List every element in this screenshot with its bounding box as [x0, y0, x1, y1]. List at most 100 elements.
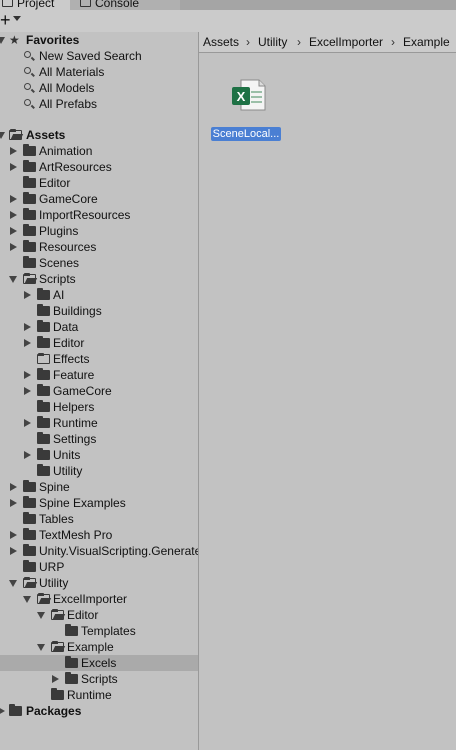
tree-item[interactable]: Editor: [0, 175, 198, 191]
breadcrumb-item[interactable]: ExcelImporter: [309, 35, 383, 49]
assets-root[interactable]: Assets: [0, 127, 198, 143]
favorite-item[interactable]: All Prefabs: [0, 96, 198, 112]
collapse-arrow-icon[interactable]: [10, 227, 17, 235]
tree-item[interactable]: ExcelImporter: [0, 591, 198, 607]
tree-item[interactable]: Data: [0, 319, 198, 335]
expand-arrow-icon[interactable]: [37, 612, 45, 619]
favorite-item[interactable]: New Saved Search: [0, 48, 198, 64]
folder-icon: [37, 320, 50, 332]
folder-open-icon: [37, 593, 50, 604]
tree-item[interactable]: Runtime: [0, 687, 198, 703]
tree-item[interactable]: Resources: [0, 239, 198, 255]
breadcrumb-item[interactable]: Example: [403, 35, 450, 49]
tree-item[interactable]: GameCore: [0, 383, 198, 399]
tree-item-label: URP: [39, 560, 65, 574]
expand-arrow-icon[interactable]: [9, 580, 17, 587]
favorite-item-label: All Models: [39, 81, 95, 95]
expand-arrow-icon[interactable]: [0, 132, 5, 139]
tree-item[interactable]: Scenes: [0, 255, 198, 271]
tree-item[interactable]: Plugins: [0, 223, 198, 239]
tree-item[interactable]: TextMesh Pro: [0, 527, 198, 543]
favorites-header[interactable]: ★ Favorites: [0, 32, 198, 48]
tree-item-label: ArtResources: [39, 160, 112, 174]
tree-item[interactable]: Editor: [0, 335, 198, 351]
collapse-arrow-icon[interactable]: [52, 675, 59, 683]
tree-item-label: Spine: [39, 480, 70, 494]
folder-icon: [2, 0, 13, 7]
tree-item[interactable]: Settings: [0, 431, 198, 447]
star-icon: ★: [9, 33, 20, 47]
folder-icon: [23, 512, 36, 524]
tree-item[interactable]: Helpers: [0, 399, 198, 415]
tree-item[interactable]: Utility: [0, 463, 198, 479]
collapse-arrow-icon[interactable]: [24, 419, 31, 427]
collapse-arrow-icon[interactable]: [24, 371, 31, 379]
packages-root[interactable]: Packages: [0, 703, 198, 719]
collapse-arrow-icon[interactable]: [10, 195, 17, 203]
favorite-item[interactable]: All Materials: [0, 64, 198, 80]
collapse-arrow-icon[interactable]: [10, 147, 17, 155]
tree-item[interactable]: Excels: [0, 655, 198, 671]
breadcrumb-item[interactable]: Utility: [258, 35, 287, 49]
tree-item-label: Scenes: [39, 256, 80, 270]
tree-item-label: Resources: [39, 240, 97, 254]
tree-item[interactable]: Example: [0, 639, 198, 655]
collapse-arrow-icon[interactable]: [24, 451, 31, 459]
collapse-arrow-icon[interactable]: [24, 387, 31, 395]
tree-item[interactable]: URP: [0, 559, 198, 575]
expand-arrow-icon[interactable]: [23, 596, 31, 603]
collapse-arrow-icon[interactable]: [10, 163, 17, 171]
tree-item-label: Helpers: [53, 400, 95, 414]
collapse-arrow-icon[interactable]: [10, 211, 17, 219]
collapse-arrow-icon[interactable]: [10, 499, 17, 507]
expand-arrow-icon[interactable]: [9, 276, 17, 283]
tree-item[interactable]: Feature: [0, 367, 198, 383]
collapse-arrow-icon[interactable]: [24, 323, 31, 331]
collapse-arrow-icon[interactable]: [10, 483, 17, 491]
tree-item-label: Editor: [67, 608, 99, 622]
tree-item[interactable]: Spine Examples: [0, 495, 198, 511]
folder-open-icon: [51, 609, 64, 620]
tree-item[interactable]: Scripts: [0, 671, 198, 687]
tree-item[interactable]: Editor: [0, 607, 198, 623]
asset-grid: X SceneLocal...: [199, 53, 456, 750]
collapse-arrow-icon[interactable]: [24, 291, 31, 299]
tab-project[interactable]: Project: [0, 0, 73, 10]
expand-arrow-icon[interactable]: [0, 37, 5, 44]
expand-arrow-icon[interactable]: [0, 707, 5, 715]
tree-item-label: Editor: [53, 336, 85, 350]
favorite-item-label: All Prefabs: [39, 97, 98, 111]
tab-console[interactable]: Console: [70, 0, 180, 10]
tree-item[interactable]: ArtResources: [0, 159, 198, 175]
collapse-arrow-icon[interactable]: [10, 243, 17, 251]
tree-item-label: Units: [53, 448, 81, 462]
tree-item[interactable]: GameCore: [0, 191, 198, 207]
favorite-item[interactable]: All Models: [0, 80, 198, 96]
tree-item[interactable]: ImportResources: [0, 207, 198, 223]
chevron-right-icon: ›: [246, 35, 250, 49]
tree-item[interactable]: Runtime: [0, 415, 198, 431]
tree-item[interactable]: Units: [0, 447, 198, 463]
breadcrumb-item[interactable]: Assets: [203, 35, 239, 49]
tree-item[interactable]: Effects: [0, 351, 198, 367]
collapse-arrow-icon[interactable]: [24, 339, 31, 347]
collapse-arrow-icon[interactable]: [10, 531, 17, 539]
assets-label: Assets: [26, 128, 66, 142]
tree-item[interactable]: Utility: [0, 575, 198, 591]
collapse-arrow-icon[interactable]: [10, 547, 17, 555]
tree-item[interactable]: Animation: [0, 143, 198, 159]
tree-item[interactable]: Scripts: [0, 271, 198, 287]
tree-item[interactable]: Templates: [0, 623, 198, 639]
expand-arrow-icon[interactable]: [37, 644, 45, 651]
tree-item[interactable]: Buildings: [0, 303, 198, 319]
folder-icon: [37, 384, 50, 396]
tree-item[interactable]: Unity.VisualScripting.Generated: [0, 543, 198, 559]
add-button[interactable]: +: [0, 11, 11, 29]
tree-item[interactable]: Spine: [0, 479, 198, 495]
tree-item[interactable]: AI: [0, 287, 198, 303]
folder-icon: [9, 704, 22, 716]
chevron-down-icon[interactable]: [13, 16, 21, 21]
tree-item[interactable]: Tables: [0, 511, 198, 527]
folder-icon: [37, 400, 50, 412]
folder-icon: [37, 368, 50, 380]
